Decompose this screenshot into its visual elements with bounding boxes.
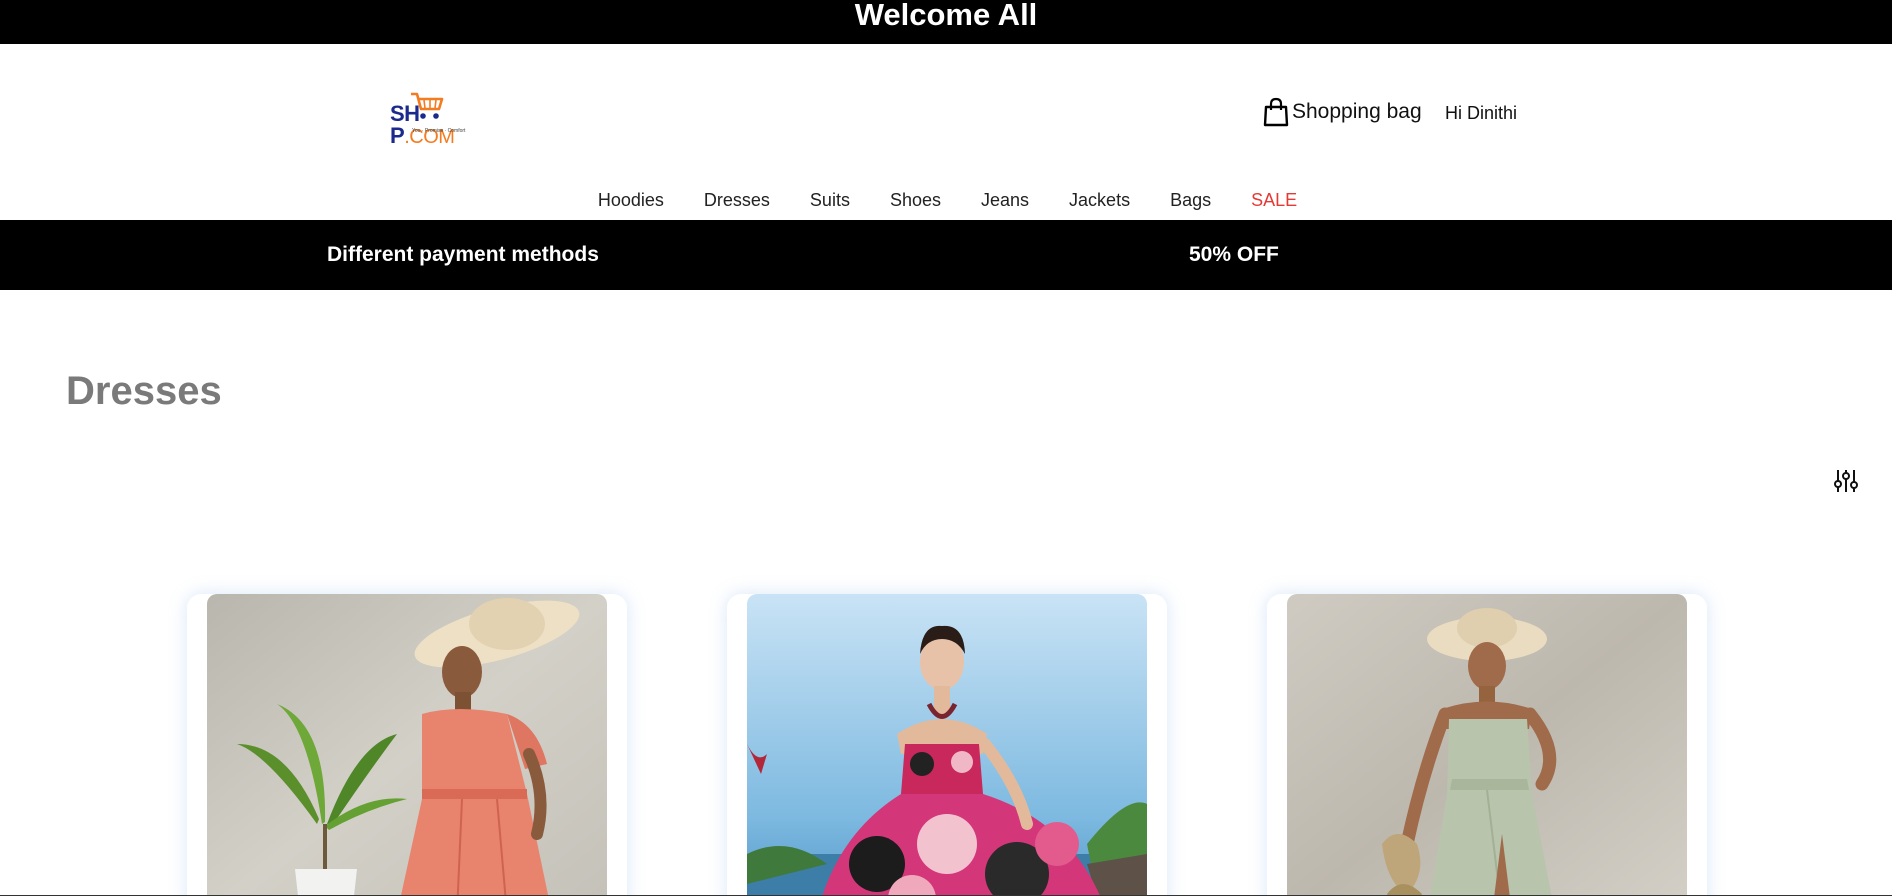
nav-item-sale[interactable]: SALE <box>1251 190 1297 211</box>
nav-item-shoes[interactable]: Shoes <box>890 190 941 211</box>
nav-item-hoodies[interactable]: Hoodies <box>598 190 664 211</box>
welcome-text: Welcome All <box>854 0 1038 32</box>
welcome-bar: Welcome All <box>0 0 1892 44</box>
shopping-bag-icon <box>1262 97 1290 127</box>
promo-discount: 50% OFF <box>1189 243 1279 266</box>
promo-bar: Different payment methods 50% OFF <box>0 220 1892 290</box>
filter-button[interactable] <box>1833 467 1859 495</box>
product-image[interactable] <box>1287 594 1687 896</box>
nav-item-bags[interactable]: Bags <box>1170 190 1211 211</box>
nav-item-jackets[interactable]: Jackets <box>1069 190 1130 211</box>
category-nav: Hoodies Dresses Suits Shoes Jeans Jacket… <box>0 190 1892 211</box>
product-card[interactable] <box>187 594 627 896</box>
sliders-icon <box>1834 470 1858 492</box>
logo-tagline: You · Promise · Comfort <box>412 128 466 134</box>
product-card[interactable] <box>1267 594 1707 896</box>
user-greeting[interactable]: Hi Dinithi <box>1445 103 1517 124</box>
shopping-bag-link[interactable]: Shopping bag <box>1262 97 1422 127</box>
product-image[interactable] <box>747 594 1147 896</box>
page-title: Dresses <box>66 369 222 413</box>
shopping-bag-label: Shopping bag <box>1292 100 1422 123</box>
nav-item-suits[interactable]: Suits <box>810 190 850 211</box>
logo-wordmark: SHP.COM <box>390 101 455 149</box>
promo-payment-methods: Different payment methods <box>327 243 599 266</box>
nav-item-dresses[interactable]: Dresses <box>704 190 770 211</box>
nav-item-jeans[interactable]: Jeans <box>981 190 1029 211</box>
product-card[interactable] <box>727 594 1167 896</box>
product-image[interactable] <box>207 594 607 896</box>
site-logo[interactable]: SHP.COM You · Promise · Comfort <box>388 91 496 148</box>
